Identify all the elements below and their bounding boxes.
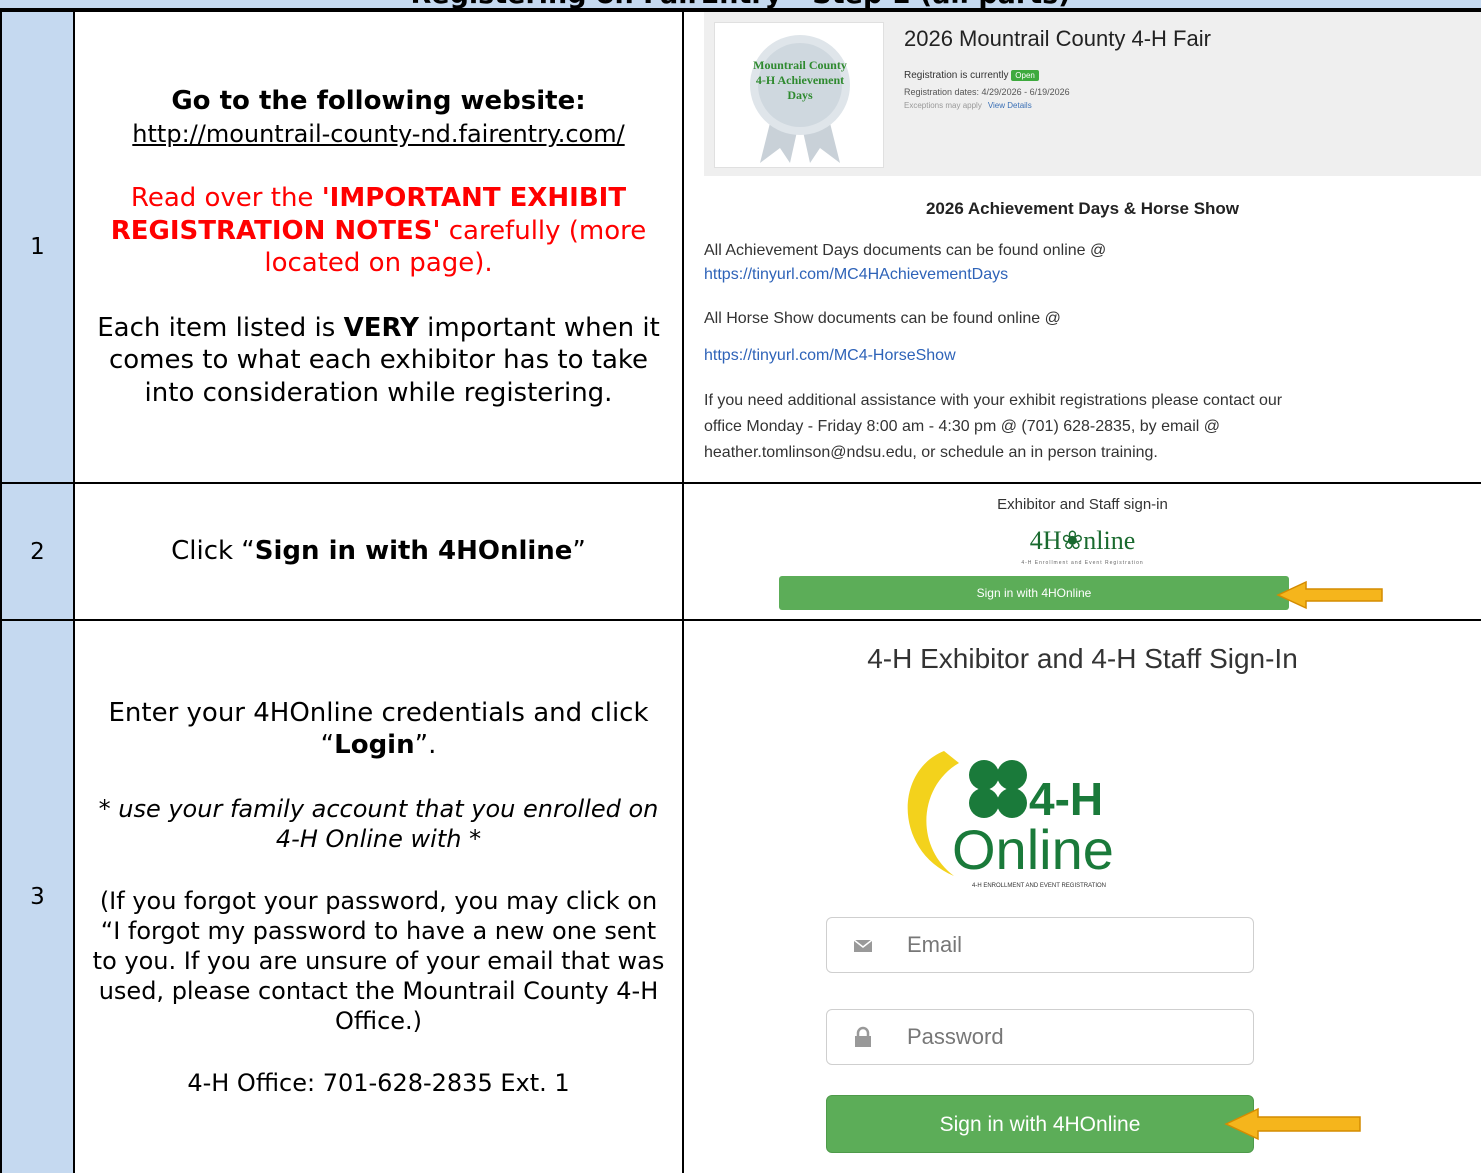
svg-text:Online: Online bbox=[952, 818, 1114, 881]
password-field[interactable]: Password bbox=[826, 1009, 1254, 1065]
instruction-heading: Go to the following website: bbox=[171, 86, 586, 116]
assistance-text-3: heather.tomlinson@ndsu.edu, or schedule … bbox=[704, 444, 1158, 461]
arrow-left-icon bbox=[1224, 1107, 1361, 1141]
step-instructions: Go to the following website: http://moun… bbox=[73, 10, 684, 484]
assistance-text-2: office Monday - Friday 8:00 am - 4:30 pm… bbox=[704, 418, 1220, 435]
forgot-password-note: (If you forgot your password, you may cl… bbox=[92, 886, 665, 1035]
fair-ribbon-logo: Mountrail County 4-H Achievement Days bbox=[714, 22, 884, 168]
achievement-docs-link[interactable]: https://tinyurl.com/MC4HAchievementDays bbox=[704, 266, 1008, 283]
svg-text:Mountrail County: Mountrail County bbox=[753, 58, 847, 72]
svg-text:4-H ENROLLMENT AND EVENT REGIS: 4-H ENROLLMENT AND EVENT REGISTRATION bbox=[972, 883, 1106, 889]
lock-icon bbox=[855, 1026, 871, 1047]
horse-docs-link[interactable]: https://tinyurl.com/MC4-HorseShow bbox=[704, 347, 956, 364]
view-details-link[interactable]: View Details bbox=[988, 101, 1032, 110]
sign-in-4honline-button[interactable]: Sign in with 4HOnline bbox=[779, 576, 1289, 610]
fair-card: Mountrail County 4-H Achievement Days 20… bbox=[704, 12, 1481, 176]
step-instructions: Click “Sign in with 4HOnline” bbox=[73, 482, 684, 621]
step-instructions: Enter your 4HOnline credentials and clic… bbox=[73, 619, 684, 1173]
svg-text:Days: Days bbox=[787, 88, 813, 102]
step-row: 1 Go to the following website: http://mo… bbox=[0, 10, 1481, 484]
email-placeholder: Email bbox=[907, 932, 963, 957]
screenshot-sign-in: Exhibitor and Staff sign-in 4H❀nline 4-H… bbox=[682, 482, 1481, 621]
step-row: 2 Click “Sign in with 4HOnline” Exhibito… bbox=[0, 482, 1481, 621]
step-number: 3 bbox=[0, 619, 75, 1173]
sign-in-4honline-button[interactable]: Sign in with 4HOnline bbox=[826, 1095, 1254, 1153]
svg-text:4-H Achievement: 4-H Achievement bbox=[756, 73, 844, 87]
importance-text: Each item listed is VERY important when … bbox=[97, 312, 660, 408]
sign-in-caption: Exhibitor and Staff sign-in bbox=[997, 496, 1168, 513]
envelope-icon bbox=[853, 939, 873, 952]
important-notes-text: Read over the 'IMPORTANT EXHIBIT REGISTR… bbox=[110, 183, 647, 278]
4honline-logo-tagline: 4-H Enrollment and Event Registration bbox=[1021, 560, 1144, 566]
page-title: Registering on FairEntry - Step 1 (all p… bbox=[0, 0, 1481, 8]
achievement-docs-text: All Achievement Days documents can be fo… bbox=[704, 242, 1107, 259]
step-number: 1 bbox=[0, 10, 75, 484]
login-title: 4-H Exhibitor and 4-H Staff Sign-In bbox=[867, 643, 1298, 674]
step-number: 2 bbox=[0, 482, 75, 621]
arrow-left-icon bbox=[1276, 580, 1383, 610]
section-heading: 2026 Achievement Days & Horse Show bbox=[925, 199, 1240, 218]
registration-status: Registration is currently Open bbox=[904, 70, 1039, 81]
website-link[interactable]: http://mountrail-county-nd.fairentry.com… bbox=[132, 120, 624, 148]
registration-dates: Registration dates: 4/29/2026 - 6/19/202… bbox=[904, 87, 1070, 97]
screenshot-fair-page: Mountrail County 4-H Achievement Days 20… bbox=[682, 10, 1481, 484]
assistance-text-1: If you need additional assistance with y… bbox=[704, 392, 1283, 409]
step-row: 3 Enter your 4HOnline credentials and cl… bbox=[0, 619, 1481, 1173]
4h-online-logo: 4-H Online 4-H ENROLLMENT AND EVENT REGI… bbox=[907, 751, 1114, 889]
password-placeholder: Password bbox=[907, 1024, 1004, 1049]
email-field[interactable]: Email bbox=[826, 917, 1254, 973]
steps-table: 1 Go to the following website: http://mo… bbox=[0, 10, 1481, 1173]
family-account-note: * use your family account that you enrol… bbox=[98, 794, 659, 853]
exceptions-note: Exceptions may apply View Details bbox=[904, 101, 1032, 110]
office-phone: 4-H Office: 701-628-2835 Ext. 1 bbox=[187, 1068, 570, 1097]
header-bar: Registering on FairEntry - Step 1 (all p… bbox=[0, 0, 1481, 10]
open-badge: Open bbox=[1011, 70, 1039, 81]
screenshot-login: 4-H Exhibitor and 4-H Staff Sign-In 4-H … bbox=[682, 619, 1481, 1173]
4honline-logo: 4H❀nline bbox=[1029, 526, 1136, 555]
fair-title: 2026 Mountrail County 4-H Fair bbox=[904, 26, 1211, 51]
horse-docs-text: All Horse Show documents can be found on… bbox=[704, 310, 1061, 327]
